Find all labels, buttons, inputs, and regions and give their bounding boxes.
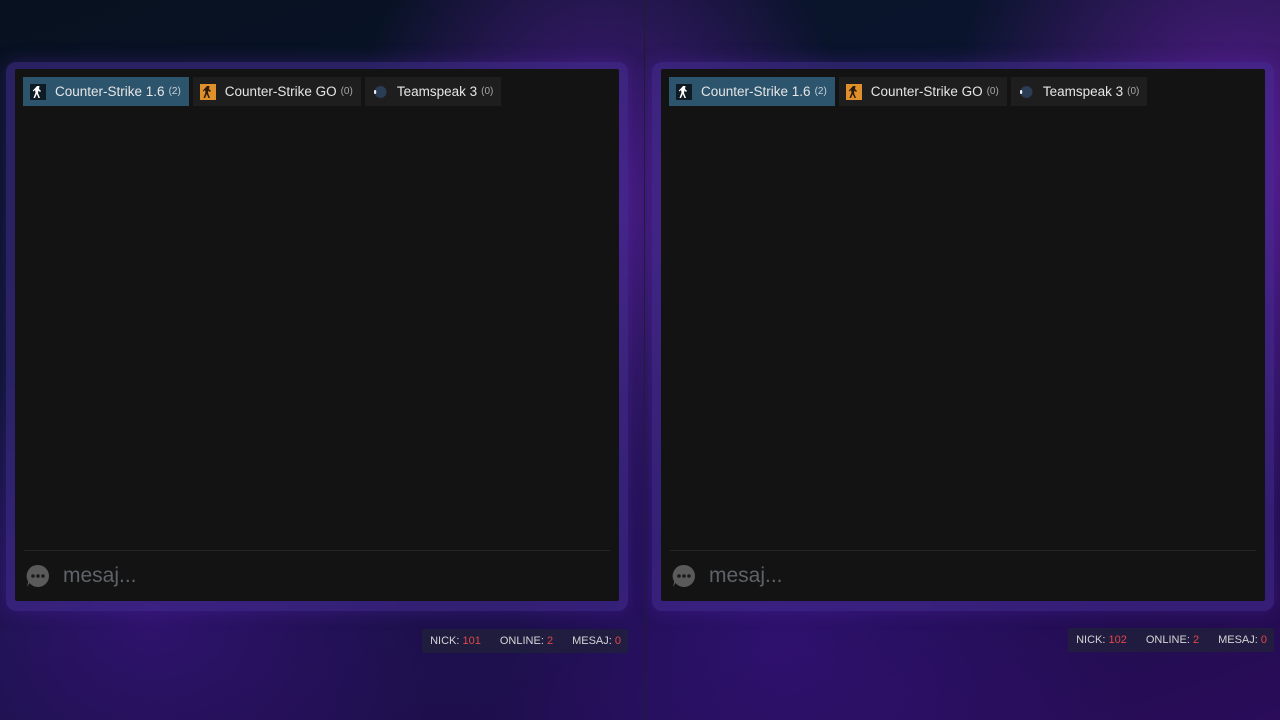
chat-box: Counter-Strike 1.6 (2) Counter-Strike GO… — [15, 69, 619, 601]
tab-teamspeak-3[interactable]: Teamspeak 3 (0) — [1010, 77, 1148, 106]
tab-label: Counter-Strike 1.6 — [55, 84, 165, 99]
online-stat: ONLINE: 2 — [1146, 634, 1199, 646]
nick-value: 102 — [1108, 634, 1127, 646]
tab-count: (0) — [481, 86, 494, 97]
mesaj-label: MESAJ: — [1218, 634, 1258, 646]
server-tabs: Counter-Strike 1.6 (2) Counter-Strike GO… — [23, 77, 502, 106]
tab-counter-strike-16[interactable]: Counter-Strike 1.6 (2) — [23, 77, 189, 106]
tab-label: Teamspeak 3 — [1042, 84, 1124, 99]
split-divider — [644, 0, 645, 720]
chat-bubble-icon — [672, 564, 695, 587]
tab-label: Counter-Strike GO — [870, 84, 983, 99]
tab-label: Teamspeak 3 — [396, 84, 478, 99]
teamspeak-icon — [1019, 85, 1033, 98]
csgo-icon — [199, 83, 216, 100]
online-value: 2 — [1192, 634, 1200, 646]
nick-label: NICK: — [1076, 634, 1106, 646]
tab-count: (2) — [814, 86, 827, 97]
tab-count: (0) — [340, 86, 353, 97]
tab-count: (0) — [986, 86, 999, 97]
mesaj-label: MESAJ: — [572, 635, 612, 647]
message-input[interactable] — [63, 564, 610, 588]
chat-frame: Counter-Strike 1.6 (2) Counter-Strike GO… — [652, 62, 1274, 611]
message-input[interactable] — [709, 564, 1256, 588]
tab-counter-strike-go[interactable]: Counter-Strike GO (0) — [838, 77, 1007, 106]
nick-stat: NICK: 101 — [430, 635, 481, 647]
teamspeak-icon — [373, 85, 387, 98]
chat-frame: Counter-Strike 1.6 (2) Counter-Strike GO… — [6, 62, 628, 611]
nick-label: NICK: — [430, 635, 460, 647]
mesaj-stat: MESAJ: 0 — [1218, 634, 1267, 646]
tab-counter-strike-go[interactable]: Counter-Strike GO (0) — [192, 77, 361, 106]
tab-count: (2) — [168, 86, 181, 97]
tab-label: Counter-Strike GO — [224, 84, 337, 99]
mesaj-stat: MESAJ: 0 — [572, 635, 621, 647]
stats-bar: NICK: 102 ONLINE: 2 MESAJ: 0 — [1068, 628, 1274, 652]
chat-pane-left: Counter-Strike 1.6 (2) Counter-Strike GO… — [6, 62, 628, 653]
tab-count: (0) — [1127, 86, 1140, 97]
nick-value: 101 — [462, 635, 481, 647]
mesaj-value: 0 — [1260, 634, 1267, 646]
cs16-icon — [676, 83, 692, 100]
tab-teamspeak-3[interactable]: Teamspeak 3 (0) — [364, 77, 502, 106]
online-label: ONLINE: — [499, 635, 544, 647]
mesaj-value: 0 — [614, 635, 621, 647]
chat-bubble-icon — [26, 564, 49, 587]
online-stat: ONLINE: 2 — [500, 635, 553, 647]
online-label: ONLINE: — [1145, 634, 1190, 646]
cs16-icon — [30, 83, 46, 100]
nick-stat: NICK: 102 — [1076, 634, 1127, 646]
message-input-row — [24, 550, 610, 601]
message-input-row — [670, 550, 1256, 601]
stats-bar: NICK: 101 ONLINE: 2 MESAJ: 0 — [422, 629, 628, 653]
csgo-icon — [845, 83, 862, 100]
server-tabs: Counter-Strike 1.6 (2) Counter-Strike GO… — [669, 77, 1148, 106]
chat-box: Counter-Strike 1.6 (2) Counter-Strike GO… — [661, 69, 1265, 601]
online-value: 2 — [546, 635, 554, 647]
tab-counter-strike-16[interactable]: Counter-Strike 1.6 (2) — [669, 77, 835, 106]
tab-label: Counter-Strike 1.6 — [701, 84, 811, 99]
chat-pane-right: Counter-Strike 1.6 (2) Counter-Strike GO… — [652, 62, 1274, 652]
